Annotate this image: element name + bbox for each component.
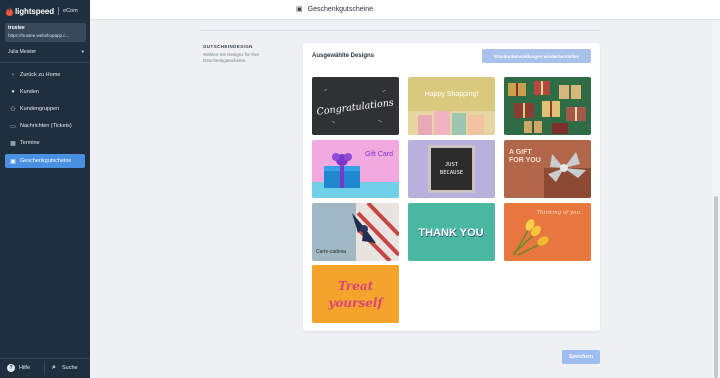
search-label: Suche: [62, 365, 78, 371]
brand-name: lightspeed: [15, 6, 55, 16]
chevron-down-icon: ▾: [81, 49, 84, 55]
congratulations-card-image: Congratulations: [312, 77, 399, 135]
footer-divider: [44, 361, 45, 375]
design-tile-thinking-of-you[interactable]: Thinking of you..: [504, 203, 591, 261]
svg-text:JUST: JUST: [445, 162, 459, 168]
page-title-text: Geschenkgutscheine: [307, 5, 374, 13]
section-description: Wählen Sie Designs für Ihre Geschenkguts…: [203, 52, 260, 63]
section-title: GUTSCHEINDESIGN: [203, 44, 253, 49]
sidebar-item-label: Nachrichten (Tickets): [20, 123, 72, 129]
svg-text:BECAUSE: BECAUSE: [440, 170, 463, 176]
help-label: Hilfe: [19, 365, 31, 371]
svg-text:A GIFT: A GIFT: [509, 149, 532, 156]
chevron-left-icon: ‹: [12, 72, 14, 78]
svg-text:yourself: yourself: [327, 296, 384, 310]
help-button[interactable]: ? Hilfe: [7, 362, 30, 374]
design-tile-congratulations[interactable]: Congratulations: [312, 77, 399, 135]
design-tile-thank-you[interactable]: THANK YOU THANK YOU: [408, 203, 495, 261]
sidebar-item-label: Termine: [20, 140, 40, 146]
svg-text:Happy Shopping!: Happy Shopping!: [425, 91, 479, 98]
thank-you-card-image: THANK YOU THANK YOU: [408, 203, 495, 261]
sidebar-item-label: Kunden: [20, 89, 39, 95]
gift-icon: ▣: [296, 6, 303, 13]
content-divider: [200, 30, 600, 31]
sidebar-item-customer-groups[interactable]: ⚇ Kundengruppen: [5, 102, 85, 116]
shop-switcher[interactable]: trustee https://trustee.webshopapp.c...: [5, 23, 86, 42]
svg-text:Treat: Treat: [338, 279, 374, 293]
sidebar-item-appointments[interactable]: ▦ Termine: [5, 136, 85, 150]
brand-divider: [58, 7, 60, 15]
gift-boxes-card-image: [504, 77, 591, 135]
a-gift-for-you-card-image: A GIFT FOR YOU: [504, 140, 591, 198]
scrollbar[interactable]: [712, 20, 720, 378]
carte-cadeau-card-image: Carte-cadeau: [312, 203, 399, 261]
sidebar-item-gift-cards[interactable]: ▣ Geschenkgutscheine: [5, 154, 85, 168]
chat-icon: ▭: [10, 123, 16, 130]
calendar-icon: ▦: [10, 140, 16, 147]
gift-icon: ▣: [10, 158, 16, 165]
sidebar-item-messages[interactable]: ▭ Nachrichten (Tickets): [5, 119, 85, 133]
sidebar-item-back-home[interactable]: ‹ Zurück zu Home: [5, 68, 85, 82]
svg-text:Gift Card: Gift Card: [365, 151, 393, 158]
happy-shopping-card-image: Happy Shopping!: [408, 77, 495, 135]
brand-product: eCom: [63, 8, 78, 14]
svg-text:THANK YOU: THANK YOU: [418, 227, 483, 239]
save-button[interactable]: Speichern: [562, 350, 600, 364]
sidebar-item-label: Geschenkgutscheine: [20, 158, 72, 164]
gift-card-box-image: Gift Card: [312, 140, 399, 198]
design-tile-gift-boxes[interactable]: [504, 77, 591, 135]
designs-title: Ausgewählte Designs: [312, 53, 375, 59]
user-name: Julia Meister: [8, 49, 37, 55]
top-bar: ▣ Geschenkgutscheine: [90, 0, 720, 20]
user-menu[interactable]: Julia Meister ▾: [8, 48, 84, 56]
scrollbar-thumb[interactable]: [714, 196, 718, 378]
users-icon: ⚇: [10, 106, 16, 113]
design-tile-just-because[interactable]: JUST BECAUSE: [408, 140, 495, 198]
design-tile-a-gift-for-you[interactable]: A GIFT FOR YOU: [504, 140, 591, 198]
sidebar-item-label: Kundengruppen: [20, 106, 60, 112]
page-title: ▣ Geschenkgutscheine: [296, 5, 374, 14]
design-tile-happy-shopping[interactable]: Happy Shopping!: [408, 77, 495, 135]
design-tile-carte-cadeau[interactable]: Carte-cadeau: [312, 203, 399, 261]
sidebar-item-label: Zurück zu Home: [20, 72, 61, 78]
thinking-of-you-card-image: Thinking of you..: [504, 203, 591, 261]
svg-text:FOR YOU: FOR YOU: [509, 157, 541, 164]
shop-url: https://trustee.webshopapp.c...: [8, 33, 70, 38]
user-icon: ●: [11, 89, 15, 95]
designs-card: Ausgewählte Designs Standardeinstellunge…: [303, 43, 600, 331]
sidebar-item-customers[interactable]: ● Kunden: [5, 85, 85, 99]
sidebar: lightspeed eCom trustee https://trustee.…: [0, 0, 90, 378]
svg-text:Carte-cadeau: Carte-cadeau: [316, 249, 347, 255]
brand[interactable]: lightspeed eCom: [6, 5, 86, 17]
treat-yourself-card-image: Treat yourself: [312, 265, 399, 323]
design-tile-gift-card-blue[interactable]: Gift Card: [312, 140, 399, 198]
flame-logo-icon: [6, 6, 13, 16]
shop-name: trustee: [8, 25, 25, 31]
just-because-card-image: JUST BECAUSE: [408, 140, 495, 198]
sidebar-divider: [0, 62, 90, 63]
sidebar-footer-divider: [0, 358, 90, 359]
help-icon: ?: [7, 364, 15, 372]
design-tile-treat-yourself[interactable]: Treat yourself: [312, 265, 399, 323]
search-button[interactable]: ⌕ Suche: [50, 362, 78, 374]
search-icon: ⌕: [52, 364, 56, 371]
svg-text:Thinking of you..: Thinking of you..: [537, 210, 584, 216]
reset-defaults-button[interactable]: Standardeinstellungen wiederherstellen: [482, 49, 591, 63]
